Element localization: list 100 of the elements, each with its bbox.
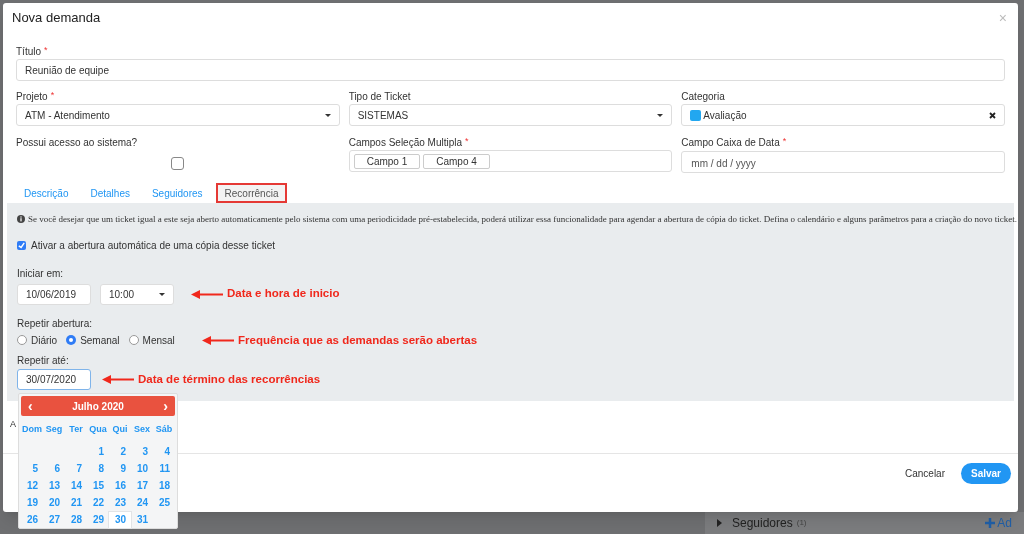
calendar-day[interactable]: 23 — [109, 494, 131, 511]
calendar-day[interactable]: 16 — [109, 477, 131, 494]
radio-label: Mensal — [142, 333, 175, 348]
caret-icon — [657, 113, 664, 117]
calendar-day[interactable]: 21 — [65, 494, 87, 511]
multi-select-field[interactable]: Campo 1 Campo 4 — [348, 150, 673, 172]
calendar-day[interactable]: 31 — [131, 511, 153, 528]
arrow-icon — [191, 289, 223, 299]
calendar-day[interactable]: 10 — [131, 460, 153, 477]
save-button[interactable]: Salvar — [961, 463, 1011, 484]
calendar-day[interactable]: 29 — [87, 511, 109, 528]
arrow-icon — [102, 374, 134, 384]
checkbox[interactable] — [171, 157, 185, 170]
tab[interactable]: Recorrência — [215, 183, 288, 203]
calendar-day[interactable]: 7 — [65, 460, 87, 477]
select-field[interactable]: SISTEMAS — [348, 104, 673, 126]
radio-label: Semanal — [80, 333, 120, 348]
calendar-day[interactable]: 3 — [131, 443, 153, 460]
caret-icon — [717, 519, 722, 527]
field-label: Título — [16, 45, 41, 59]
weekday-label: Ter — [68, 423, 84, 436]
calendar-day[interactable]: 1 — [87, 443, 109, 460]
field-label: Campo Caixa de Data — [681, 136, 780, 150]
radio-button[interactable] — [66, 335, 77, 346]
select-field[interactable]: Avaliação — [681, 104, 1005, 126]
weekday-label: Dom — [21, 423, 43, 436]
tag[interactable]: Campo 1 — [353, 153, 421, 169]
caret-icon — [159, 292, 165, 296]
field-label: Repetir abertura: — [17, 316, 94, 331]
field-label: Possui acesso ao sistema? — [16, 136, 138, 150]
field-label: Projeto — [16, 90, 48, 104]
calendar-day[interactable]: 14 — [65, 477, 87, 494]
field-label: Tipo de Ticket — [348, 90, 411, 104]
calendar-day[interactable]: 8 — [87, 460, 109, 477]
calendar-day[interactable]: 20 — [43, 494, 65, 511]
calendar-day[interactable]: 15 — [87, 477, 109, 494]
calendar-day[interactable]: 5 — [21, 460, 43, 477]
annotation-text: Data e hora de inicio — [227, 286, 340, 302]
arrow-icon — [202, 335, 234, 345]
field-label: Categoria — [681, 90, 725, 104]
tab[interactable]: Descrição — [15, 183, 78, 203]
calendar-day[interactable]: 18 — [153, 477, 175, 494]
weekday-label: Qui — [111, 423, 129, 436]
required-mark: * — [44, 44, 48, 57]
calendar-day[interactable]: 28 — [65, 511, 87, 528]
weekday-label: Sex — [133, 423, 151, 436]
calendar-day[interactable]: 24 — [131, 494, 153, 511]
annotation-text: Frequência que as demandas serão abertas — [238, 332, 478, 348]
calendar-day[interactable]: 4 — [153, 443, 175, 460]
calendar-day[interactable]: 6 — [43, 460, 65, 477]
next-month-button[interactable]: › — [163, 399, 168, 413]
field-label: Iniciar em: — [17, 266, 65, 281]
calendar-day[interactable]: 19 — [21, 494, 43, 511]
required-mark: * — [465, 135, 469, 148]
calendar-day[interactable]: 30 — [109, 511, 131, 528]
calendar-day[interactable]: 11 — [153, 460, 175, 477]
field-label: A — [10, 419, 16, 429]
time-select[interactable]: 10:00 — [100, 283, 174, 305]
weekday-label: Qua — [88, 423, 108, 436]
tab[interactable]: Seguidores — [142, 183, 212, 203]
calendar-day[interactable]: 27 — [43, 511, 65, 528]
section-title[interactable]: Seguidores — [732, 514, 793, 532]
clear-icon[interactable] — [989, 111, 996, 119]
info-text: Se você desejar que um ticket igual a este seja aberto automaticamente pelo sistema com uma periodicidade pré-estabelecida, poderá utilizar essa funcionalidade para agendar a abertura de cópia do ticket. Defina o calendário e alguns parâmetros para a criação do novo ticket. — [28, 213, 1018, 226]
month-title: Julho 2020 — [72, 399, 124, 414]
radio-button[interactable] — [128, 335, 139, 346]
caret-icon — [324, 113, 331, 117]
date-field[interactable]: 10/06/2019 — [17, 283, 91, 305]
calendar-day[interactable]: 25 — [153, 494, 175, 511]
field-label: Repetir até: — [17, 353, 70, 368]
plus-icon — [985, 518, 996, 528]
date-field[interactable]: mm / dd / yyyy — [681, 151, 1005, 173]
required-mark: * — [782, 135, 787, 148]
required-mark: * — [50, 89, 55, 102]
annotation-text: Data de término das recorrências — [138, 371, 321, 387]
calendar-day[interactable]: 13 — [43, 477, 65, 494]
close-button[interactable]: × — [998, 11, 1009, 25]
weekday-label: Sáb — [154, 423, 174, 436]
calendar-day[interactable]: 22 — [87, 494, 109, 511]
checkbox-label: Ativar a abertura automática de uma cópia desse ticket — [31, 238, 276, 253]
cancel-button[interactable]: Cancelar — [894, 463, 955, 484]
modal-title: Nova demanda — [12, 9, 101, 28]
checkbox[interactable] — [17, 240, 26, 250]
calendar-day[interactable]: 12 — [21, 477, 43, 494]
radio-button[interactable] — [17, 335, 27, 346]
date-field[interactable]: 30/07/2020 — [17, 368, 91, 390]
tag[interactable]: Campo 4 — [423, 153, 490, 169]
calendar-day[interactable]: 2 — [109, 443, 131, 460]
select-field[interactable]: ATM - Atendimento — [16, 104, 340, 126]
info-icon — [17, 215, 25, 223]
radio-label: Diário — [31, 333, 58, 348]
tab[interactable]: Detalhes — [81, 183, 139, 203]
weekday-label: Seg — [44, 423, 64, 436]
add-link[interactable]: Ad — [997, 514, 1012, 532]
calendar-day[interactable]: 26 — [21, 511, 43, 528]
calendar-day[interactable]: 17 — [131, 477, 153, 494]
previous-month-button[interactable]: ‹ — [28, 399, 33, 413]
field-label: Campos Seleção Multipla — [348, 136, 463, 150]
calendar-day[interactable]: 9 — [109, 460, 131, 477]
text-field[interactable]: Reunião de equipe — [16, 59, 1005, 81]
